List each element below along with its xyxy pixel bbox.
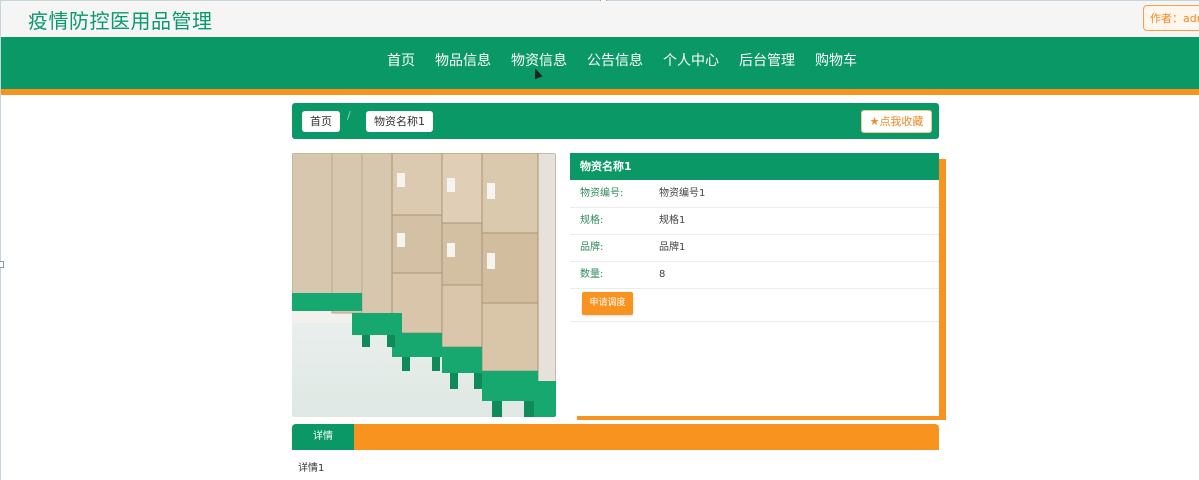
info-value: 品牌1 (659, 242, 686, 253)
resize-handle-left[interactable] (0, 261, 4, 268)
nav-item-admin[interactable]: 后台管理 (729, 37, 805, 89)
info-value: 规格1 (659, 215, 686, 226)
breadcrumb-current[interactable]: 物资名称1 (366, 111, 433, 132)
nav-items: 首页 物品信息 物资信息 公告信息 个人中心 后台管理 购物车 (377, 37, 867, 89)
detail-tab-bar: 详情 (292, 424, 939, 450)
info-row: 品牌: 品牌1 (570, 234, 939, 262)
product-title: 物资名称1 (570, 153, 939, 180)
nav-item-home[interactable]: 首页 (377, 37, 425, 89)
breadcrumb: 首页 物资名称1 (292, 103, 939, 139)
product-image (292, 153, 556, 417)
detail-content: 详情1 (298, 463, 325, 474)
info-value: 8 (659, 269, 666, 280)
nav-item-cart[interactable]: 购物车 (805, 37, 867, 89)
nav-item-goods-info[interactable]: 物品信息 (425, 37, 501, 89)
apply-dispatch-button[interactable]: 申请调度 (582, 292, 633, 315)
product-info-panel: 物资名称1 物资编号: 物资编号1 规格: 规格1 品牌: 品牌1 数量: 8 … (570, 153, 939, 416)
nav-item-announcements[interactable]: 公告信息 (577, 37, 653, 89)
info-row: 物资编号: 物资编号1 (570, 180, 939, 208)
info-value: 物资编号1 (659, 188, 706, 199)
nav-accent-strip (1, 89, 1199, 95)
favorite-label: 点我收藏 (879, 115, 924, 128)
top-header: 疫情防控医用品管理 作者：adm (1, 1, 1199, 37)
divider (570, 321, 939, 322)
nav-item-supplies-info[interactable]: 物资信息 (501, 37, 577, 89)
info-row: 数量: 8 (570, 261, 939, 289)
breadcrumb-separator: / (347, 109, 351, 122)
info-key: 数量: (580, 269, 604, 280)
info-key: 规格: (580, 215, 604, 226)
author-badge: 作者：adm (1143, 5, 1199, 31)
info-row: 规格: 规格1 (570, 207, 939, 235)
site-title: 疫情防控医用品管理 (28, 9, 213, 33)
nav-item-personal-center[interactable]: 个人中心 (653, 37, 729, 89)
star-icon: ★ (869, 115, 880, 128)
favorite-button[interactable]: ★点我收藏 (861, 110, 932, 133)
main-nav: 首页 物品信息 物资信息 公告信息 个人中心 后台管理 购物车 (1, 37, 1199, 89)
warehouse-boxes-image (292, 153, 556, 417)
tab-detail[interactable]: 详情 (292, 424, 354, 450)
breadcrumb-home[interactable]: 首页 (302, 111, 340, 132)
info-key: 物资编号: (580, 188, 624, 199)
info-key: 品牌: (580, 242, 604, 253)
